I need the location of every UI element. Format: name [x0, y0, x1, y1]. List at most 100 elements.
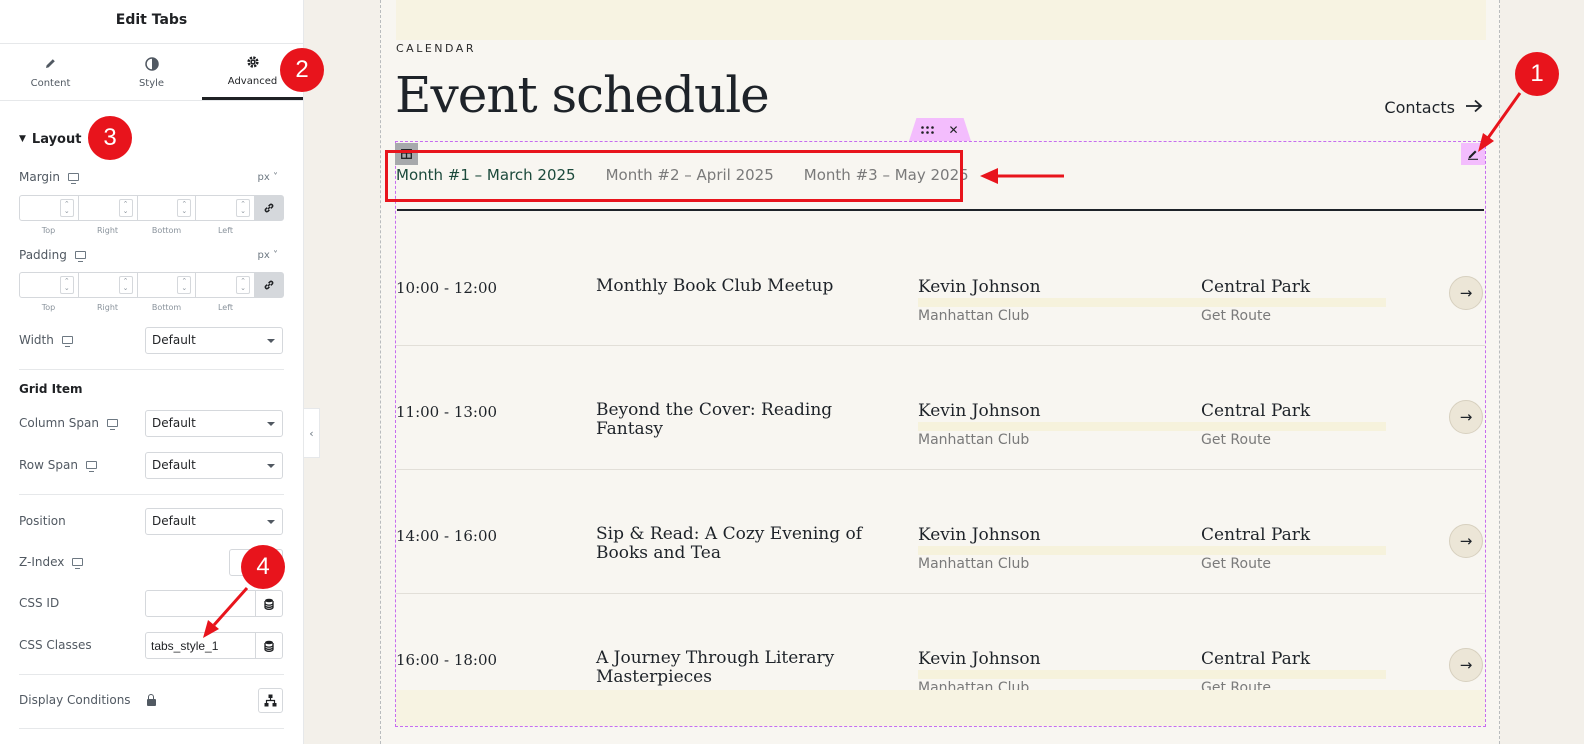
event-arrow-button[interactable]: → [1449, 276, 1483, 310]
desktop-icon[interactable] [85, 461, 97, 472]
tab-content[interactable]: Content [0, 44, 101, 100]
row-highlight-band [918, 422, 1386, 431]
css-id-input[interactable] [146, 591, 255, 616]
table-row: 11:00 - 13:00 Beyond the Cover: Reading … [396, 346, 1486, 470]
position-label: Position [19, 514, 66, 528]
desktop-icon[interactable] [74, 251, 86, 262]
margin-left-input[interactable]: ⌃ ⌄ [196, 196, 255, 220]
divider [19, 728, 284, 729]
row-highlight-band [918, 298, 1386, 307]
annotation-badge-3: 3 [88, 116, 132, 160]
event-host: Kevin Johnson [918, 401, 1041, 421]
width-label: Width [19, 333, 54, 347]
divider [19, 369, 284, 370]
divider [19, 494, 284, 495]
annotation-badge-2: 2 [280, 48, 324, 92]
margin-top-input[interactable]: ⌃ ⌄ [20, 196, 79, 220]
css-classes-input[interactable] [146, 633, 255, 658]
layout-section-label: Layout [31, 131, 82, 147]
grid-item-heading: Grid Item [19, 382, 83, 396]
tabs-underline [397, 209, 1484, 211]
event-title: Monthly Book Club Meetup [596, 276, 834, 296]
divider [19, 674, 284, 675]
chevron-left-icon: ‹ [309, 426, 314, 440]
event-club: Manhattan Club [918, 308, 1030, 324]
event-place: Central Park [1201, 401, 1311, 421]
margin-side-labels: Top Right Bottom Left [41, 226, 234, 235]
link-values-icon[interactable] [255, 196, 283, 220]
desktop-icon[interactable] [68, 173, 79, 184]
dynamic-tags-icon[interactable] [255, 633, 282, 658]
margin-control: Margin px ˅ [19, 170, 284, 184]
tab-content-label: Content [30, 77, 71, 89]
event-arrow-button[interactable]: → [1449, 400, 1483, 434]
event-time: 10:00 - 12:00 [396, 279, 498, 297]
margin-unit-select[interactable]: px ˅ [258, 172, 278, 183]
event-host: Kevin Johnson [918, 649, 1041, 669]
get-route-link[interactable]: Get Route [1201, 308, 1271, 324]
desktop-icon[interactable] [72, 558, 84, 569]
padding-right-input[interactable]: ⌃ ⌄ [79, 273, 138, 297]
margin-label: Margin [19, 170, 60, 184]
display-conditions-button[interactable] [258, 688, 283, 713]
link-values-icon[interactable] [255, 273, 283, 297]
margin-right-input[interactable]: ⌃ ⌄ [79, 196, 138, 220]
desktop-icon[interactable] [61, 336, 73, 347]
tab-style-label: Style [138, 77, 165, 89]
event-club: Manhattan Club [918, 432, 1030, 448]
contacts-link[interactable]: Contacts [1384, 98, 1483, 117]
get-route-link[interactable]: Get Route [1201, 556, 1271, 572]
padding-control: Padding px ˅ [19, 248, 284, 262]
column-span-label: Column Span [19, 416, 99, 430]
event-place: Central Park [1201, 277, 1311, 297]
css-classes-field [145, 632, 283, 659]
padding-bottom-input[interactable]: ⌃ ⌄ [138, 273, 197, 297]
layout-section-toggle[interactable]: ▼ Layout [0, 101, 303, 177]
event-title: Sip & Read: A Cozy Evening of Books and … [596, 524, 863, 563]
event-host: Kevin Johnson [918, 525, 1041, 545]
tab-style[interactable]: Style [101, 44, 202, 100]
arrow-right-icon [1465, 98, 1483, 117]
event-time: 14:00 - 16:00 [396, 527, 498, 545]
table-row: 10:00 - 12:00 Monthly Book Club Meetup K… [396, 222, 1486, 346]
highlight-box [385, 150, 963, 202]
display-conditions-control: Display Conditions [19, 693, 284, 707]
event-arrow-button[interactable]: → [1449, 524, 1483, 558]
position-select[interactable]: Default [145, 508, 283, 535]
arrow-right-icon: → [1459, 532, 1473, 550]
row-span-label: Row Span [19, 458, 78, 472]
collapse-panel-button[interactable]: ‹ [304, 408, 320, 458]
css-classes-label: CSS Classes [19, 638, 92, 652]
event-title: A Journey Through Literary Masterpieces [596, 648, 835, 687]
event-arrow-button[interactable]: → [1449, 648, 1483, 682]
padding-left-input[interactable]: ⌃ ⌄ [196, 273, 255, 297]
close-icon[interactable]: ✕ [948, 123, 958, 137]
event-host: Kevin Johnson [918, 277, 1041, 297]
dynamic-tags-icon[interactable] [255, 591, 282, 616]
widget-handle[interactable]: ✕ [909, 118, 971, 141]
event-time: 16:00 - 18:00 [396, 651, 498, 669]
contacts-label: Contacts [1384, 98, 1455, 117]
padding-top-input[interactable]: ⌃ ⌄ [20, 273, 79, 297]
desktop-icon[interactable] [106, 419, 118, 430]
bottom-band [396, 690, 1485, 726]
gear-icon [245, 54, 261, 70]
padding-unit-select[interactable]: px ˅ [258, 250, 278, 261]
lock-icon [146, 693, 156, 706]
edit-widget-icon[interactable] [1461, 143, 1485, 165]
get-route-link[interactable]: Get Route [1201, 432, 1271, 448]
annotation-badge-4: 4 [241, 545, 285, 589]
width-select[interactable]: Default [145, 327, 283, 354]
css-id-label: CSS ID [19, 596, 60, 610]
drag-handle-icon[interactable] [921, 123, 935, 137]
row-span-select[interactable]: Default [145, 452, 283, 479]
row-highlight-band [918, 670, 1386, 679]
arrow-right-icon: → [1459, 656, 1473, 674]
margin-bottom-input[interactable]: ⌃ ⌄ [138, 196, 197, 220]
pencil-icon [43, 56, 59, 72]
page-canvas: CALENDAR Event schedule Contacts ✕ Month… [380, 0, 1500, 744]
top-band [396, 0, 1486, 40]
row-highlight-band [918, 546, 1386, 555]
column-span-select[interactable]: Default [145, 410, 283, 437]
event-title: Beyond the Cover: Reading Fantasy [596, 400, 833, 439]
